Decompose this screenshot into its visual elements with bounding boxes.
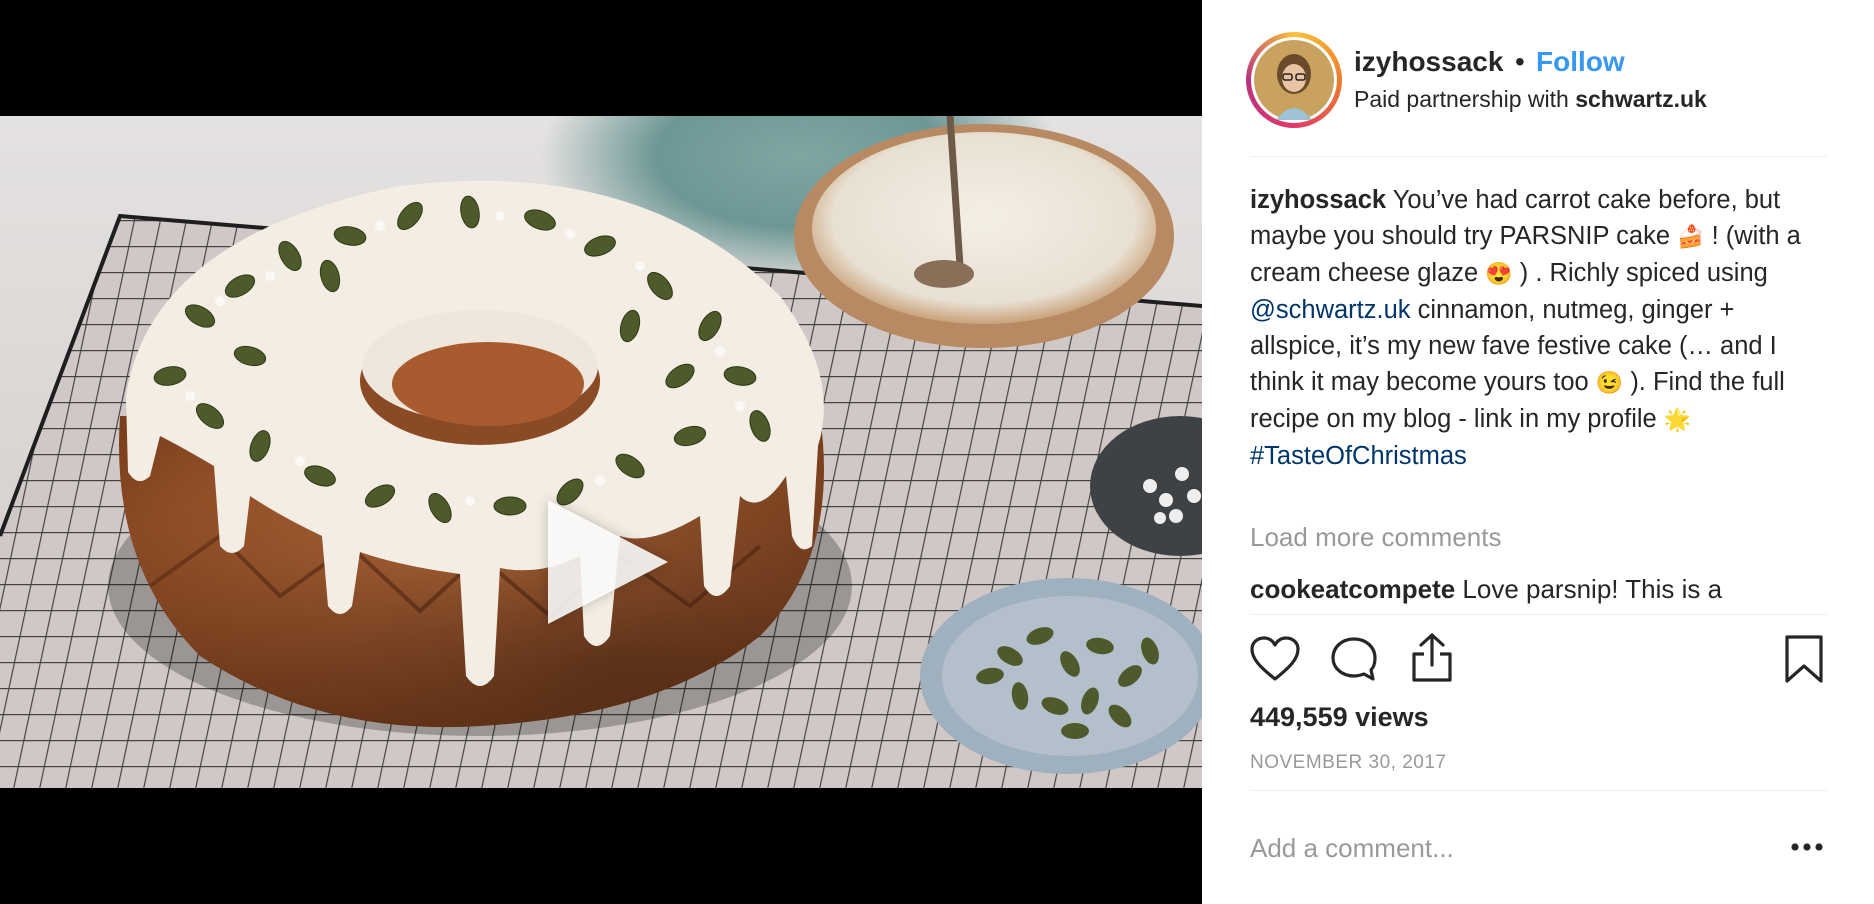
wink-emoji: 😉: [1595, 370, 1624, 395]
video-player[interactable]: [0, 0, 1202, 904]
comment-icon[interactable]: [1330, 636, 1378, 682]
separator-dot: •: [1515, 46, 1525, 77]
avatar-image: [1254, 40, 1334, 120]
star-emoji: 🌟: [1663, 407, 1692, 432]
paid-partnership-label: Paid partnership with schwartz.uk: [1354, 86, 1707, 113]
comment-text: Love parsnip! This is a: [1455, 574, 1723, 604]
hashtag-link[interactable]: #TasteOfChristmas: [1250, 442, 1467, 470]
cake-photo: [0, 116, 1202, 788]
share-icon[interactable]: [1410, 632, 1454, 684]
cake-emoji: 🍰: [1677, 224, 1705, 249]
video-thumbnail: [0, 116, 1202, 788]
follow-button[interactable]: Follow: [1536, 46, 1625, 78]
comment-username[interactable]: cookeatcompete: [1250, 574, 1455, 604]
heart-eyes-emoji: 😍: [1485, 261, 1513, 286]
avatar[interactable]: [1251, 37, 1337, 123]
story-ring[interactable]: [1246, 32, 1342, 128]
comment-item: cookeatcompete Love parsnip! This is a: [1250, 574, 1722, 605]
more-options-icon[interactable]: [1790, 842, 1824, 852]
caption-username[interactable]: izyhossack: [1250, 186, 1386, 214]
view-count[interactable]: 449,559 views: [1250, 702, 1429, 733]
partner-link[interactable]: schwartz.uk: [1575, 86, 1707, 112]
actions-divider: [1250, 614, 1828, 615]
play-icon[interactable]: [548, 500, 668, 624]
load-more-comments-button[interactable]: Load more comments: [1250, 522, 1501, 553]
post-caption: izyhossack You’ve had carrot cake before…: [1250, 182, 1830, 474]
partnership-prefix: Paid partnership with: [1354, 86, 1576, 112]
heart-icon[interactable]: [1250, 636, 1300, 682]
caption-text: ) . Richly spiced using: [1512, 259, 1768, 287]
post-author-username[interactable]: izyhossack: [1354, 46, 1503, 78]
post-sidebar: izyhossack • Follow Paid partnership wit…: [1202, 0, 1874, 904]
bookmark-icon[interactable]: [1784, 634, 1824, 684]
mention-link[interactable]: @schwartz.uk: [1250, 296, 1411, 324]
composer-divider: [1250, 790, 1828, 791]
header-divider: [1250, 156, 1828, 157]
post-date[interactable]: NOVEMBER 30, 2017: [1250, 752, 1446, 774]
add-comment-input[interactable]: [1250, 828, 1770, 868]
